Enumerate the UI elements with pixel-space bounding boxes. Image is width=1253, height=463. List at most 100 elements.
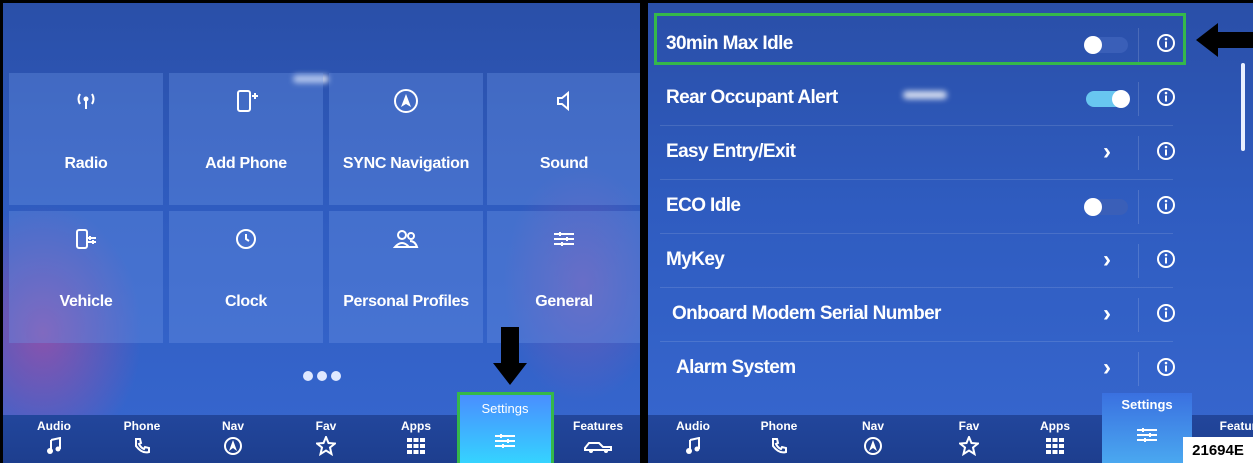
setting-label: Alarm System — [676, 357, 796, 378]
nav-audio[interactable]: Audio — [668, 415, 718, 463]
tile-vehicle[interactable]: Vehicle — [9, 211, 163, 343]
tile-sync-navigation[interactable]: SYNC Navigation — [329, 73, 483, 205]
navigation-icon — [393, 87, 419, 115]
settings-panel: 30min Max Idle Rear Occupant Alert Easy … — [648, 3, 1253, 463]
nav-label: Apps — [1040, 419, 1070, 433]
sliders-icon — [552, 225, 576, 253]
nav-settings[interactable]: Settings — [1102, 393, 1192, 463]
annotation-down-arrow — [493, 327, 527, 390]
annotation-left-arrow — [1196, 23, 1253, 62]
tile-radio[interactable]: Radio — [9, 73, 163, 205]
info-icon[interactable] — [1156, 87, 1176, 107]
speaker-icon — [552, 87, 576, 115]
star-icon — [959, 435, 979, 457]
tile-label: Add Phone — [205, 155, 287, 172]
setting-row-onboard-modem-serial-number[interactable]: Onboard Modem Serial Number › — [648, 288, 1253, 342]
settings-highlight-box — [457, 392, 554, 463]
nav-label: Phone — [123, 419, 161, 433]
setting-label: Rear Occupant Alert — [666, 87, 838, 108]
setting-row-easy-entry-exit[interactable]: Easy Entry/Exit › — [648, 126, 1253, 180]
setting-row-mykey[interactable]: MyKey › — [648, 234, 1253, 288]
divider — [1138, 82, 1139, 116]
tile-clock[interactable]: Clock — [169, 211, 323, 343]
divider — [1138, 298, 1139, 332]
tile-label: General — [535, 293, 593, 310]
navigation-icon — [863, 435, 883, 457]
nav-nav[interactable]: Nav — [208, 415, 258, 463]
bottom-nav-bar: Audio Phone Nav Fav Apps Settings Featur — [648, 393, 1253, 463]
info-icon[interactable] — [1156, 249, 1176, 269]
setting-label: MyKey — [666, 249, 725, 270]
setting-row-eco-idle[interactable]: ECO Idle — [648, 180, 1253, 234]
profiles-icon — [393, 225, 419, 253]
nav-label: Nav — [221, 419, 244, 433]
page-dot — [331, 371, 341, 381]
chevron-right-icon[interactable]: › — [1103, 246, 1111, 274]
tile-label: Sound — [539, 155, 589, 172]
toggle-switch-off[interactable] — [1084, 198, 1128, 216]
clock-icon — [234, 225, 258, 253]
setting-label: ECO Idle — [666, 195, 741, 216]
sliders-icon — [1136, 424, 1158, 446]
navigation-icon — [223, 435, 243, 457]
info-icon[interactable] — [1156, 357, 1176, 377]
chevron-right-icon[interactable]: › — [1103, 300, 1111, 328]
info-icon[interactable] — [1156, 195, 1176, 215]
nav-features[interactable]: Features — [563, 415, 633, 463]
tile-personal-profiles[interactable]: Personal Profiles — [329, 211, 483, 343]
setting-label: Onboard Modem Serial Number — [672, 303, 941, 324]
nav-label: Fav — [958, 419, 980, 433]
nav-label: Fav — [315, 419, 337, 433]
tile-label: Personal Profiles — [343, 293, 469, 310]
page-dot — [317, 371, 327, 381]
figure-reference-id: 21694E — [1183, 437, 1253, 463]
tile-label: Radio — [64, 155, 108, 172]
star-icon — [316, 435, 336, 457]
chevron-right-icon[interactable]: › — [1103, 138, 1111, 166]
nav-apps[interactable]: Apps — [391, 415, 441, 463]
nav-fav[interactable]: Fav — [944, 415, 994, 463]
music-note-icon — [46, 435, 62, 457]
chevron-right-icon[interactable]: › — [1103, 354, 1111, 382]
info-icon[interactable] — [1156, 303, 1176, 323]
tile-label: Clock — [224, 293, 268, 310]
nav-label: Features — [572, 419, 624, 433]
tile-sound[interactable]: Sound — [487, 73, 640, 205]
nav-nav[interactable]: Nav — [848, 415, 898, 463]
setting-label: Easy Entry/Exit — [666, 141, 796, 162]
nav-label: Featur — [1219, 419, 1253, 433]
tile-label: Vehicle — [59, 293, 113, 310]
nav-label: Apps — [401, 419, 431, 433]
nav-label: Audio — [676, 419, 710, 433]
grid-icon — [1046, 435, 1064, 457]
nav-label: Phone — [760, 419, 798, 433]
divider — [1138, 352, 1139, 386]
nav-label: Audio — [37, 419, 71, 433]
home-screen-panel: Radio Add Phone SYNC Navigation Sound Ve… — [3, 3, 640, 463]
nav-apps[interactable]: Apps — [1030, 415, 1080, 463]
toggle-switch-on[interactable] — [1086, 90, 1130, 108]
radio-icon — [71, 87, 101, 115]
tile-general[interactable]: General — [487, 211, 640, 343]
nav-label: Nav — [861, 419, 884, 433]
music-note-icon — [685, 435, 701, 457]
setting-row-rear-occupant-alert[interactable]: Rear Occupant Alert — [648, 72, 1253, 126]
page-indicator[interactable] — [303, 371, 341, 381]
nav-phone[interactable]: Phone — [754, 415, 804, 463]
nav-audio[interactable]: Audio — [29, 415, 79, 463]
page-dot — [303, 371, 313, 381]
divider — [1138, 136, 1139, 170]
grid-icon — [407, 435, 425, 457]
phone-icon — [770, 435, 788, 457]
nav-label: Settings — [1121, 397, 1173, 412]
truck-icon — [583, 435, 613, 457]
divider — [1138, 244, 1139, 278]
add-phone-icon — [233, 87, 259, 115]
nav-fav[interactable]: Fav — [301, 415, 351, 463]
max-idle-highlight-box — [654, 13, 1186, 65]
info-icon[interactable] — [1156, 141, 1176, 161]
divider — [1138, 190, 1139, 224]
nav-phone[interactable]: Phone — [117, 415, 167, 463]
tile-add-phone[interactable]: Add Phone — [169, 73, 323, 205]
setting-row-alarm-system[interactable]: Alarm System › — [648, 342, 1253, 396]
